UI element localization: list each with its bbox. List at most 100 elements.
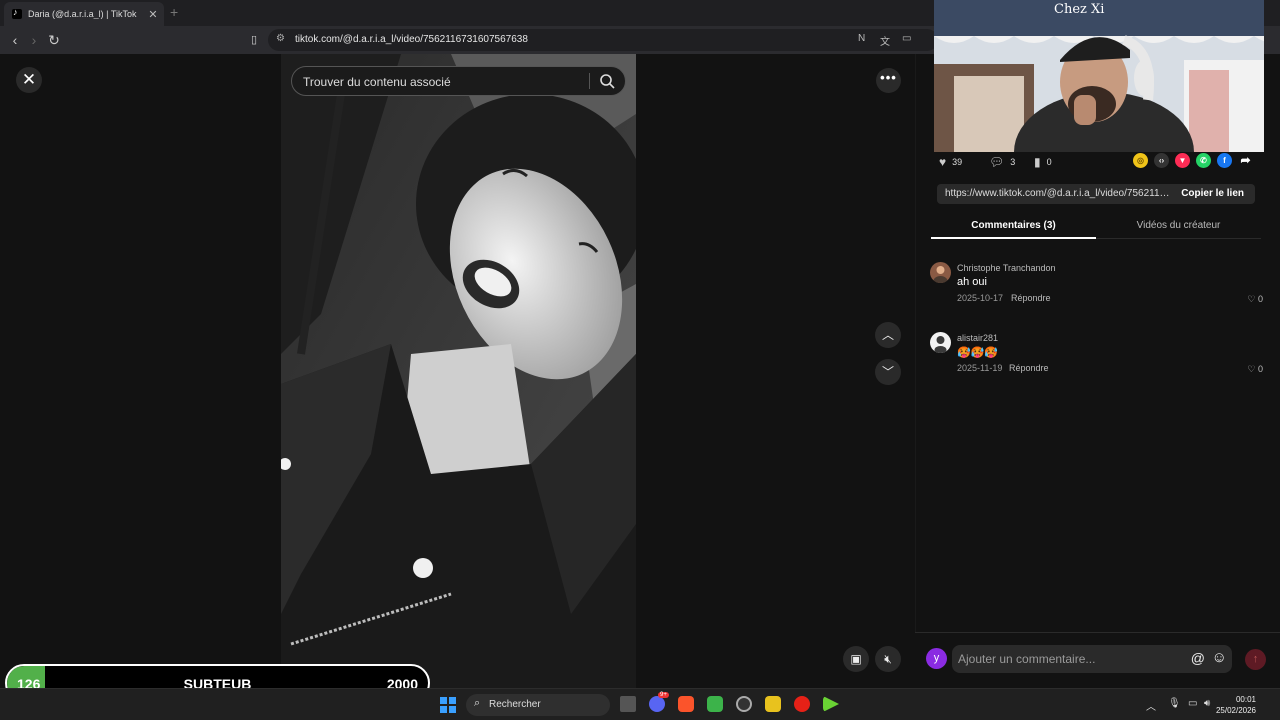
comment-like-count: 0 — [1257, 364, 1263, 374]
previous-video-button[interactable]: ︿ — [875, 322, 901, 348]
app-green-icon[interactable] — [707, 696, 723, 712]
comment-count: 3 — [1010, 157, 1016, 167]
browser-tab[interactable]: Daria (@d.a.r.i.a_l) | TikTok ✕ — [4, 2, 164, 26]
tiktok-favicon-icon — [12, 7, 22, 19]
comment-icon: 💬︎ — [989, 155, 1005, 169]
panel-tabs: Commentaires (3) Vidéos du créateur — [931, 213, 1261, 239]
more-options-button[interactable]: ••• — [876, 68, 901, 93]
clock-date: 25/02/2026 — [1215, 706, 1256, 715]
comment-placeholder: Ajouter un commentaire... — [958, 652, 1096, 666]
reply-button[interactable]: Répondre — [1009, 363, 1049, 373]
reload-icon[interactable]: ↻ — [45, 31, 63, 49]
embed-icon[interactable]: ‹› — [1154, 153, 1169, 168]
forward-icon[interactable]: › — [25, 31, 43, 49]
save-count: 0 — [1046, 157, 1052, 167]
comment-composer: y Ajouter un commentaire... @ ☺ ↑ — [915, 632, 1280, 688]
url-text: tiktok.com/@d.a.r.i.a_l/video/7562116731… — [295, 34, 528, 45]
cast-icon[interactable]: ▭ — [902, 33, 911, 44]
windows-start-icon[interactable] — [440, 697, 456, 713]
comment-like[interactable]: ♡ 0 — [1247, 364, 1263, 375]
heart-outline-icon: ♡ — [1247, 294, 1256, 304]
taskbar-clock[interactable]: 00:01 25/02/2026 — [1216, 694, 1256, 716]
clock-time: 00:01 — [1235, 695, 1256, 704]
comment-item: Christophe Tranchandon ah oui 2025-10-17… — [930, 262, 1265, 312]
comment-text: ah oui — [957, 276, 987, 288]
youtube-icon[interactable] — [794, 696, 810, 712]
app-yellow-icon[interactable] — [765, 696, 781, 712]
close-video-button[interactable]: ✕ — [16, 67, 42, 93]
mute-icon[interactable]: 🔇︎ — [875, 646, 901, 672]
comment-like[interactable]: ♡ 0 — [1247, 294, 1263, 305]
address-bar[interactable]: ⚙ tiktok.com/@d.a.r.i.a_l/video/75621167… — [268, 29, 938, 51]
post-comment-button[interactable]: ↑ — [1245, 649, 1266, 670]
save-stat[interactable]: ▮ 0 — [1034, 155, 1052, 169]
tab-comments[interactable]: Commentaires (3) — [931, 220, 1096, 231]
webcam-overlay: Chez Xi — [934, 0, 1264, 152]
whatsapp-icon[interactable]: ✆ — [1196, 153, 1211, 168]
bookmark-icon[interactable]: ▯ — [245, 31, 263, 49]
active-tab-indicator — [931, 237, 1096, 239]
reader-icon[interactable]: N — [858, 33, 865, 44]
search-icon[interactable] — [599, 73, 615, 89]
tab-close-icon[interactable]: ✕ — [146, 8, 160, 21]
windows-taskbar: ⌕ Rechercher 9+ ︿ 🎙︎ ▭ 🔊︎ 00:01 25/02/20… — [0, 688, 1280, 720]
comment-username[interactable]: alistair281 — [957, 333, 998, 343]
search-icon: ⌕ — [474, 697, 481, 709]
send-icon[interactable]: ▼ — [1175, 153, 1190, 168]
new-tab-button[interactable]: + — [170, 4, 178, 20]
discord-icon[interactable] — [649, 696, 665, 712]
avatar[interactable]: y — [926, 648, 947, 669]
video-player[interactable] — [281, 54, 636, 688]
tray-chevron-icon[interactable]: ︿ — [1146, 698, 1156, 713]
screen: Daria (@d.a.r.i.a_l) | TikTok ✕ + ‹ › ↻ … — [0, 0, 1280, 720]
heart-icon: ♥ — [939, 155, 947, 169]
video-stage: ✕ Trouver du contenu associé ••• ︿ ﹀ ▣ 🔇… — [0, 54, 915, 688]
comment-text: 🥵🥵🥵 — [957, 347, 999, 359]
webcam-sign-text: Chez Xi — [1054, 2, 1104, 17]
share-icon[interactable]: ➦ — [1238, 153, 1253, 168]
pip-icon[interactable]: ▣ — [843, 646, 869, 672]
microphone-icon[interactable]: 🎙︎ — [1168, 698, 1181, 709]
site-settings-icon[interactable]: ⚙ — [276, 33, 285, 44]
comment-stat[interactable]: 💬︎ 3 — [989, 155, 1015, 169]
bookmark-icon: ▮ — [1034, 155, 1041, 169]
volume-icon[interactable]: 🔊︎ — [1204, 698, 1210, 709]
app-arrow-icon[interactable] — [823, 696, 839, 712]
comment-like-count: 0 — [1257, 294, 1263, 304]
video-link-box: https://www.tiktok.com/@d.a.r.i.a_l/vide… — [937, 184, 1255, 204]
copy-link-button[interactable]: Copier le lien — [1181, 188, 1244, 199]
like-stat[interactable]: ♥ 39 — [939, 155, 962, 169]
video-frame-image — [281, 54, 636, 688]
search-placeholder: Trouver du contenu associé — [303, 75, 451, 89]
comment-username[interactable]: Christophe Tranchandon — [957, 263, 1056, 273]
obs-icon[interactable] — [736, 696, 752, 712]
video-link-text: https://www.tiktok.com/@d.a.r.i.a_l/vide… — [945, 188, 1173, 199]
webcam-image: Chez Xi — [934, 0, 1264, 152]
comment-input[interactable]: Ajouter un commentaire... @ ☺ — [952, 645, 1232, 673]
taskbar-search[interactable]: ⌕ Rechercher — [466, 694, 610, 716]
task-view-icon[interactable] — [620, 696, 636, 712]
next-video-button[interactable]: ﹀ — [875, 359, 901, 385]
tab-title: Daria (@d.a.r.i.a_l) | TikTok — [28, 9, 137, 19]
comment-date: 2025-11-19 — [957, 363, 1003, 373]
discord-badge: 9+ — [658, 692, 669, 698]
back-icon[interactable]: ‹ — [6, 31, 24, 49]
taskbar-search-label: Rechercher — [489, 699, 541, 710]
mention-button[interactable]: @ — [1191, 650, 1205, 666]
coin-icon[interactable]: ◎ — [1133, 153, 1148, 168]
avatar[interactable] — [930, 332, 951, 353]
reply-button[interactable]: Répondre — [1011, 293, 1051, 303]
emoji-icon[interactable]: ☺ — [1212, 649, 1227, 666]
comment-item: alistair281 🥵🥵🥵 2025-11-19 Répondre ♡ 0 — [930, 332, 1265, 382]
tab-creator-videos[interactable]: Vidéos du créateur — [1096, 220, 1261, 231]
comment-date: 2025-10-17 — [957, 293, 1004, 303]
translate-icon[interactable]: 文 — [880, 33, 890, 48]
related-content-search[interactable]: Trouver du contenu associé — [291, 66, 626, 96]
facebook-icon[interactable]: f — [1217, 153, 1232, 168]
like-count: 39 — [952, 157, 963, 167]
brave-icon[interactable] — [678, 696, 694, 712]
heart-outline-icon: ♡ — [1247, 364, 1256, 374]
search-divider — [589, 73, 590, 89]
avatar[interactable] — [930, 262, 951, 283]
network-icon[interactable]: ▭ — [1188, 698, 1197, 709]
